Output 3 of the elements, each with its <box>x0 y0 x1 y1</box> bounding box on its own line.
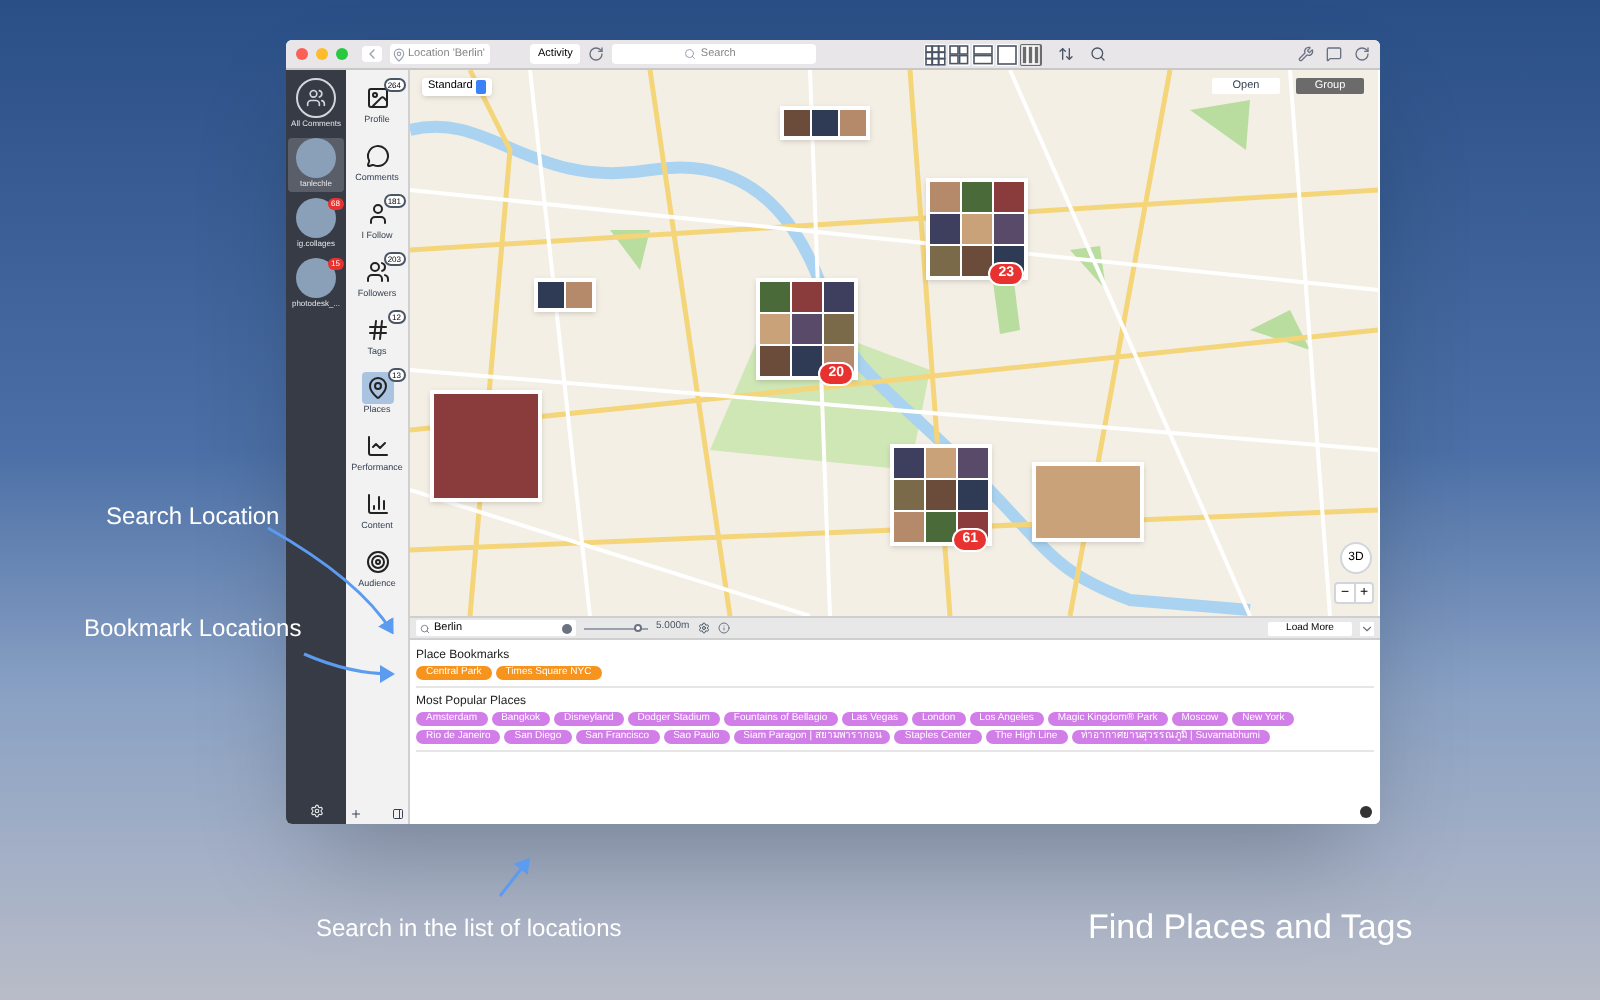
caption: Search in the list of locations <box>316 912 622 946</box>
caption: Search Location <box>106 500 280 534</box>
caption: Find Places and Tags <box>1088 906 1413 950</box>
